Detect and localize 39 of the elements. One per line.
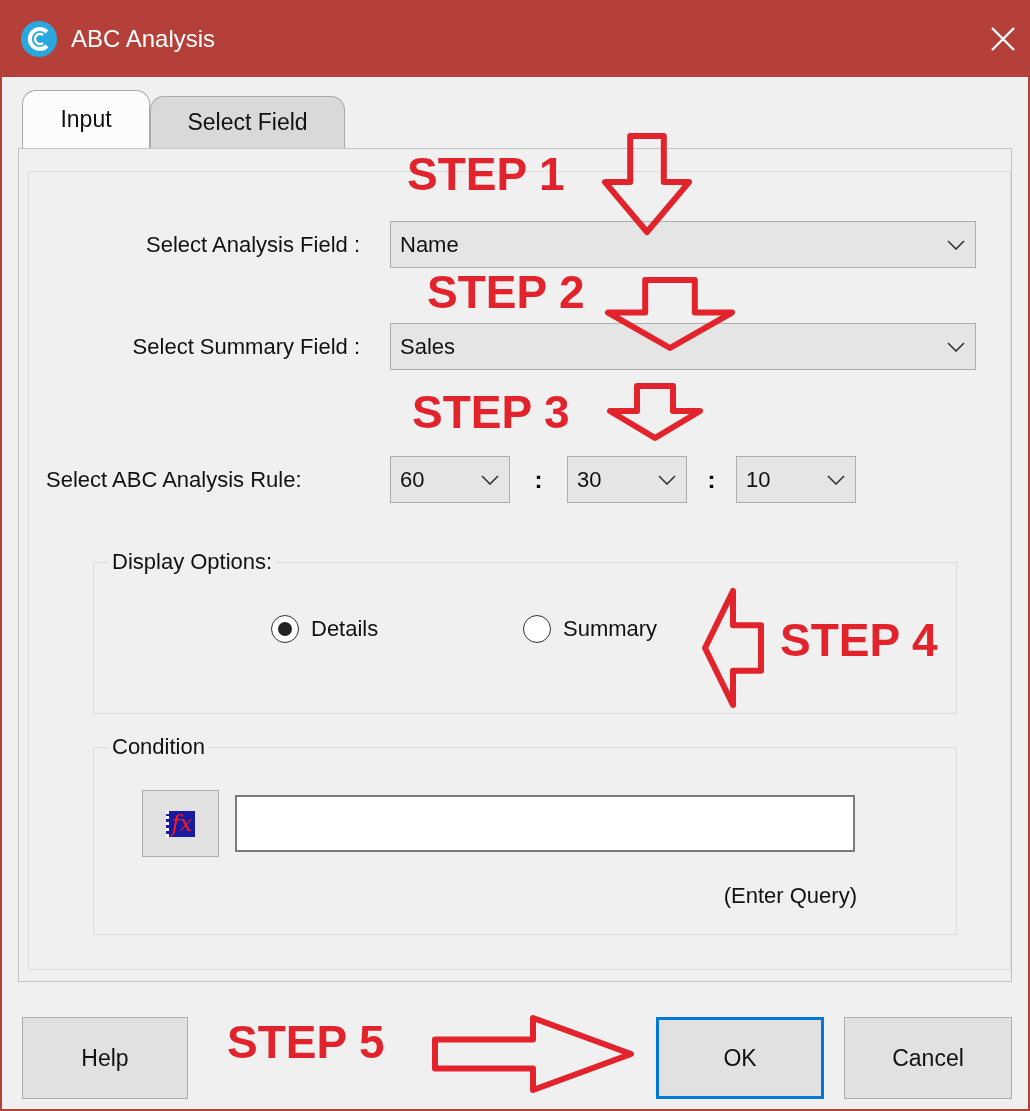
dialog-button[interactable]: Help bbox=[22, 1017, 188, 1099]
dropdown[interactable]: Name bbox=[390, 221, 976, 268]
tab[interactable]: Input bbox=[22, 90, 150, 148]
field-label: Select Summary Field : bbox=[131, 333, 360, 360]
radio-option[interactable]: Details bbox=[271, 615, 523, 643]
field-label: Select ABC Analysis Rule: bbox=[45, 466, 303, 493]
dialog-button[interactable]: Cancel bbox=[844, 1017, 1012, 1099]
chevron-down-icon bbox=[481, 474, 499, 485]
step-label: STEP 3 bbox=[412, 385, 570, 440]
group-label: Condition bbox=[111, 734, 206, 760]
separator-text: : bbox=[533, 465, 544, 494]
dropdown[interactable]: 10 bbox=[736, 456, 856, 503]
field-label: Select Analysis Field : bbox=[145, 231, 360, 258]
chevron-down-icon bbox=[827, 474, 845, 485]
radio-option[interactable]: Summary bbox=[523, 615, 775, 643]
query-field[interactable] bbox=[235, 795, 855, 852]
separator-text: : bbox=[706, 465, 717, 494]
dropdown[interactable]: 30 bbox=[567, 456, 687, 503]
tab[interactable]: Select Field bbox=[150, 96, 345, 148]
step-label: STEP 1 bbox=[407, 147, 565, 202]
step-label: STEP 4 bbox=[780, 613, 938, 668]
step-label: STEP 2 bbox=[427, 265, 585, 320]
dropdown[interactable]: Sales bbox=[390, 323, 976, 370]
close-button[interactable] bbox=[990, 25, 1016, 52]
chevron-down-icon bbox=[658, 474, 676, 485]
radio-label: Details bbox=[311, 616, 379, 642]
dropdown[interactable]: 60 bbox=[390, 456, 510, 503]
chevron-down-icon bbox=[947, 239, 965, 250]
radio-button[interactable] bbox=[271, 615, 299, 643]
group-label: Display Options: bbox=[111, 549, 274, 575]
chevron-down-icon bbox=[947, 341, 965, 352]
step-label: STEP 5 bbox=[227, 1015, 385, 1070]
app-logo-icon bbox=[20, 19, 58, 58]
radio-label: Summary bbox=[563, 616, 658, 642]
hint-text: (Enter Query) bbox=[723, 883, 857, 909]
radio-button[interactable] bbox=[523, 615, 551, 643]
dialog-button[interactable]: OK bbox=[656, 1017, 825, 1099]
window-title: ABC Analysis bbox=[71, 24, 217, 53]
close-icon bbox=[990, 25, 1016, 52]
